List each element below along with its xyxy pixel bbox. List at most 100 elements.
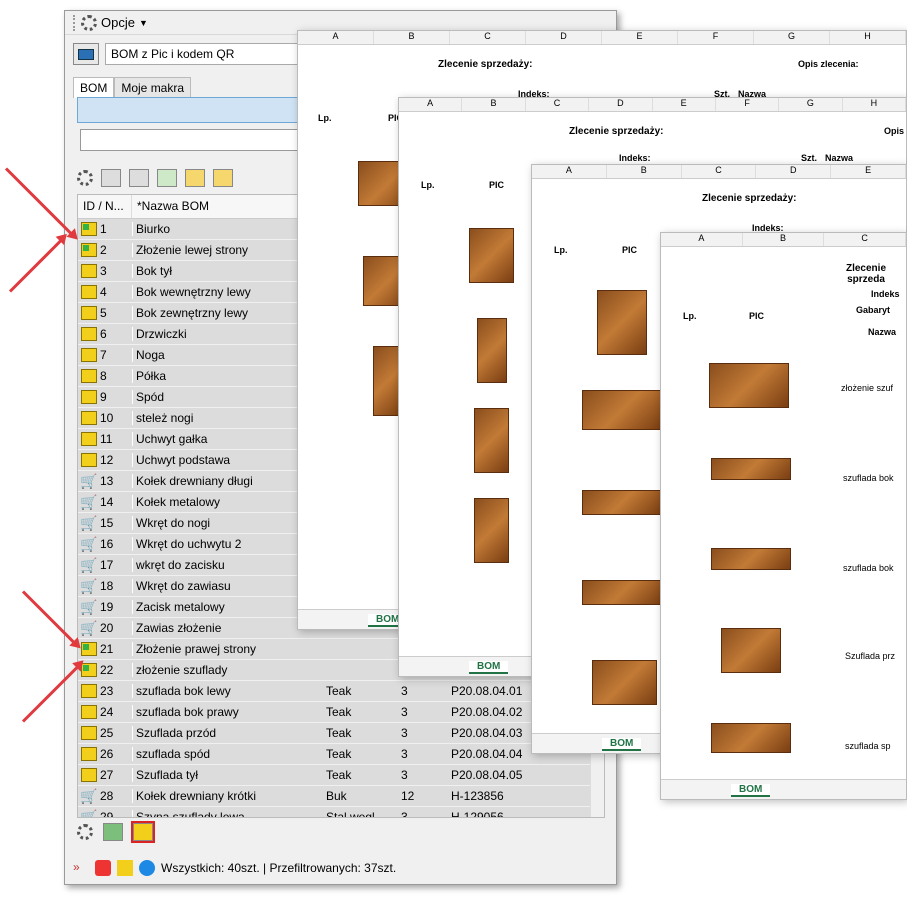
sheet-opis: Opis zlecenia:: [798, 59, 859, 69]
desc-5: szuflada sp: [845, 741, 891, 751]
cart-icon: 🛒: [80, 598, 98, 615]
teamviewer-icon[interactable]: [139, 860, 155, 876]
row-id: 28: [100, 789, 114, 803]
table-icon[interactable]: [101, 169, 121, 187]
front-panel-image: [721, 628, 781, 673]
frame-image: [592, 660, 657, 705]
sheet-lp: Lp.: [554, 245, 568, 255]
tab-moje-makra[interactable]: Moje makra: [114, 77, 192, 98]
cart-icon: 🛒: [80, 577, 98, 594]
row-id: 20: [100, 621, 114, 635]
bottom-toolbar: [77, 821, 155, 843]
row-id: 4: [100, 285, 107, 299]
transfer-icon[interactable]: [185, 169, 205, 187]
excel-icon[interactable]: [103, 823, 123, 841]
grip-handle[interactable]: [73, 14, 77, 31]
settings-gear-icon[interactable]: [77, 170, 93, 186]
grid-toolbar: [77, 166, 233, 190]
part-icon: [81, 390, 97, 404]
drawer-cabinet-image: [597, 290, 647, 355]
drawer-image: [582, 390, 662, 430]
row-index: H-123856: [451, 789, 504, 803]
row-name: Biurko: [132, 222, 322, 236]
sheet-title: Zlecenie sprzedaży:: [438, 59, 533, 70]
table-row[interactable]: 27 Szuflada tył Teak 3 P20.08.04.05: [78, 765, 604, 786]
row-id: 16: [100, 537, 114, 551]
filter-input[interactable]: [80, 129, 320, 151]
row-name: Kołek drewniany długi: [132, 474, 322, 488]
row-qty: 3: [401, 747, 408, 761]
book-icon[interactable]: [117, 860, 133, 876]
row-id: 13: [100, 474, 114, 488]
sheet-index: Indeks: [871, 289, 900, 299]
youtube-icon[interactable]: [95, 860, 111, 876]
cart-icon: 🛒: [80, 493, 98, 510]
table-row[interactable]: 23 szuflada bok lewy Teak 3 P20.08.04.01: [78, 681, 604, 702]
row-index: P20.08.04.05: [451, 768, 523, 782]
gear-icon[interactable]: [77, 824, 93, 840]
sheet-opis: Opis: [884, 126, 905, 136]
search-input[interactable]: [77, 97, 317, 123]
chevron-down-icon[interactable]: ▼: [139, 18, 148, 28]
assembly-icon: [81, 222, 97, 236]
row-id: 25: [100, 726, 114, 740]
tab-bom[interactable]: BOM: [73, 77, 115, 98]
row-name: Kołek drewniany krótki: [132, 789, 322, 803]
gear-icon[interactable]: [81, 14, 97, 31]
sheet-lp: Lp.: [683, 311, 697, 321]
row-material: Teak: [326, 684, 352, 698]
export-icon[interactable]: [213, 169, 233, 187]
table-row[interactable]: 26 szuflada spód Teak 3 P20.08.04.04: [78, 744, 604, 765]
desc-1: złożenie szuf: [841, 383, 894, 393]
opcje-menu[interactable]: Opcje: [101, 15, 135, 30]
row-qty: 3: [401, 726, 408, 740]
row-id: 26: [100, 747, 114, 761]
col-id-header[interactable]: ID / N...: [78, 195, 132, 218]
row-qty: 3: [401, 768, 408, 782]
row-name: Bok tył: [132, 264, 322, 278]
col-name-header[interactable]: *Nazwa BOM: [132, 195, 322, 218]
cart-icon: 🛒: [80, 556, 98, 573]
sheet-pic: PIC: [749, 311, 765, 321]
row-id: 12: [100, 453, 114, 467]
row-name: Uchwyt podstawa: [132, 453, 322, 467]
chevron-icon[interactable]: »: [73, 860, 89, 876]
table-row[interactable]: 🛒 29 Szyna szuflady lewa Stal węgl. 3 H-…: [78, 807, 604, 818]
row-material: Teak: [326, 747, 352, 761]
table-row[interactable]: 🛒 28 Kołek drewniany krótki Buk 12 H-123…: [78, 786, 604, 807]
row-material: Teak: [326, 726, 352, 740]
row-name: steleż nogi: [132, 411, 322, 425]
sheet-tab-bom[interactable]: BOM: [602, 738, 642, 751]
row-id: 24: [100, 705, 114, 719]
row-id: 15: [100, 516, 114, 530]
part-icon: [81, 453, 97, 467]
sheet-title: Zlecenie sprzedaży:: [702, 193, 797, 204]
row-qty: 3: [401, 684, 408, 698]
sheet-tab-bom[interactable]: BOM: [731, 784, 771, 797]
bom-export-icon[interactable]: [131, 821, 155, 843]
sheet-preview-4: ABC Zlecenie sprzeda Indeks Gabaryt Nazw…: [660, 232, 907, 800]
table-row[interactable]: 24 szuflada bok prawy Teak 3 P20.08.04.0…: [78, 702, 604, 723]
row-name: Bok zewnętrzny lewy: [132, 306, 322, 320]
bom-selector[interactable]: BOM z Pic i kodem QR: [105, 43, 325, 65]
table-row[interactable]: 25 Szuflada przód Teak 3 P20.08.04.03: [78, 723, 604, 744]
row-name: Wkręt do nogi: [132, 516, 322, 530]
board-image: [711, 548, 791, 570]
part-icon: [81, 348, 97, 362]
import-icon[interactable]: [129, 169, 149, 187]
row-id: 5: [100, 306, 107, 320]
row-name: Drzwiczki: [132, 327, 322, 341]
part-icon: [81, 369, 97, 383]
part-icon: [81, 411, 97, 425]
annotation-arrow: [8, 237, 65, 293]
sheet-nazwa: Nazwa: [868, 327, 897, 337]
monitor-icon[interactable]: [73, 43, 99, 65]
row-name: Uchwyt gałka: [132, 432, 322, 446]
cart-icon: 🛒: [80, 808, 98, 818]
row-name: szuflada bok prawy: [132, 705, 322, 719]
sheet-tab-bom[interactable]: BOM: [469, 661, 509, 674]
row-name: Spód: [132, 390, 322, 404]
row-name: Szuflada tył: [132, 768, 322, 782]
row-name: Szyna szuflady lewa: [132, 810, 322, 817]
erp-icon[interactable]: [157, 169, 177, 187]
